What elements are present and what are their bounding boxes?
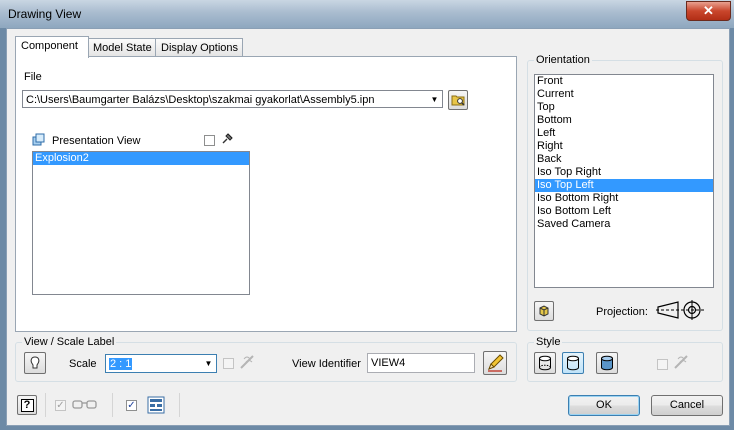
orientation-group: Orientation Front Current Top Bottom Left Rig…	[527, 54, 723, 331]
pin-icon[interactable]	[220, 131, 235, 146]
scale-visibility-checkbox[interactable]	[223, 358, 234, 369]
close-icon: ✕	[703, 3, 714, 18]
orientation-item[interactable]: Iso Bottom Right	[535, 192, 713, 205]
camera-icon	[539, 305, 549, 317]
ok-label: OK	[596, 399, 612, 411]
orientation-item[interactable]: Right	[535, 140, 713, 153]
tab-label: Component	[21, 40, 78, 52]
browse-button[interactable]	[448, 90, 468, 110]
camera-button[interactable]	[534, 301, 554, 321]
browse-folder-icon	[451, 95, 464, 106]
tab-label: Display Options	[161, 42, 239, 54]
edit-label-button[interactable]	[483, 351, 507, 375]
title-bar: Drawing View ✕	[0, 0, 734, 28]
style-hidden-removed-button[interactable]	[562, 352, 584, 374]
view-identifier-label: View Identifier	[292, 358, 361, 370]
orientation-list[interactable]: Front Current Top Bottom Left Right Back Iso To…	[534, 74, 714, 288]
component-panel: File C:\Users\Baumgarter Balázs\Desktop\…	[15, 56, 517, 332]
style-visibility-icon	[674, 355, 688, 369]
glasses-icon	[72, 400, 97, 409]
view-identifier-value: VIEW4	[371, 357, 406, 369]
chevron-down-icon[interactable]: ▼	[201, 355, 216, 371]
orientation-title: Orientation	[534, 54, 592, 66]
file-path-value: C:\Users\Baumgarter Balázs\Desktop\szakm…	[26, 94, 375, 106]
footer-divider	[112, 393, 113, 417]
style-shaded-icon	[601, 355, 613, 371]
scale-value: 2 : 1	[109, 358, 133, 370]
orientation-item[interactable]: Top	[535, 101, 713, 114]
style-hidden-lines-button[interactable]	[534, 352, 556, 374]
close-button[interactable]: ✕	[686, 1, 731, 21]
cancel-label: Cancel	[669, 399, 705, 411]
orientation-item[interactable]: Iso Bottom Left	[535, 205, 713, 218]
layout-icon	[147, 396, 165, 414]
tab-label: Model State	[93, 42, 152, 54]
orientation-item[interactable]: Current	[535, 88, 713, 101]
presentation-view-label: Presentation View	[52, 135, 141, 147]
view-scale-title: View / Scale Label	[22, 336, 117, 348]
orientation-item[interactable]: Iso Top Right	[535, 166, 713, 179]
presentation-view-checkbox[interactable]	[204, 135, 215, 146]
first-angle-projection-icon[interactable]	[656, 299, 706, 321]
orientation-item[interactable]: Front	[535, 75, 713, 88]
orientation-item[interactable]: Bottom	[535, 114, 713, 127]
chevron-down-icon[interactable]: ▼	[427, 91, 442, 107]
view-identifier-input[interactable]: VIEW4	[367, 353, 475, 373]
help-icon: ?	[20, 398, 34, 412]
file-label: File	[24, 71, 42, 83]
orientation-item[interactable]: Back	[535, 153, 713, 166]
cancel-button[interactable]: Cancel	[651, 395, 723, 416]
lightbulb-icon	[30, 356, 40, 369]
style-title: Style	[534, 336, 563, 348]
file-path-combo[interactable]: C:\Users\Baumgarter Balázs\Desktop\szakm…	[22, 90, 443, 108]
ok-button[interactable]: OK	[568, 395, 640, 416]
help-button[interactable]: ?	[17, 395, 37, 415]
layout-checkbox[interactable]: ✓	[126, 400, 137, 411]
scale-combo[interactable]: 2 : 1 ▼	[105, 354, 217, 373]
orientation-item[interactable]: Left	[535, 127, 713, 140]
tab-display-options[interactable]: Display Options	[155, 38, 243, 57]
scale-label: Scale	[69, 358, 97, 370]
footer-divider	[45, 393, 46, 417]
style-group: Style	[527, 336, 723, 382]
orientation-item[interactable]: Iso Top Left	[535, 179, 713, 192]
toggle-label-button[interactable]	[24, 352, 46, 374]
tab-model-state[interactable]: Model State	[87, 38, 157, 57]
edit-label-icon	[488, 354, 504, 372]
presentation-view-icon	[32, 133, 45, 146]
footer-divider	[179, 393, 180, 417]
drawing-view-dialog: Component Model State Display Options Fi…	[6, 28, 730, 426]
presentation-view-list[interactable]: Explosion2	[32, 151, 250, 295]
view-scale-group: View / Scale Label Scale 2 : 1 ▼ View Id…	[15, 336, 517, 382]
style-hidden-lines-icon	[539, 355, 551, 371]
scale-visibility-icon	[240, 355, 254, 369]
orientation-item[interactable]: Saved Camera	[535, 218, 713, 231]
glasses-checkbox[interactable]: ✓	[55, 400, 66, 411]
window-title: Drawing View	[8, 7, 82, 21]
projection-label: Projection:	[596, 306, 648, 318]
list-item[interactable]: Explosion2	[33, 152, 249, 165]
style-hidden-removed-icon	[567, 355, 579, 371]
style-shaded-button[interactable]	[596, 352, 618, 374]
style-visibility-checkbox[interactable]	[657, 359, 668, 370]
tab-component[interactable]: Component	[15, 36, 89, 58]
